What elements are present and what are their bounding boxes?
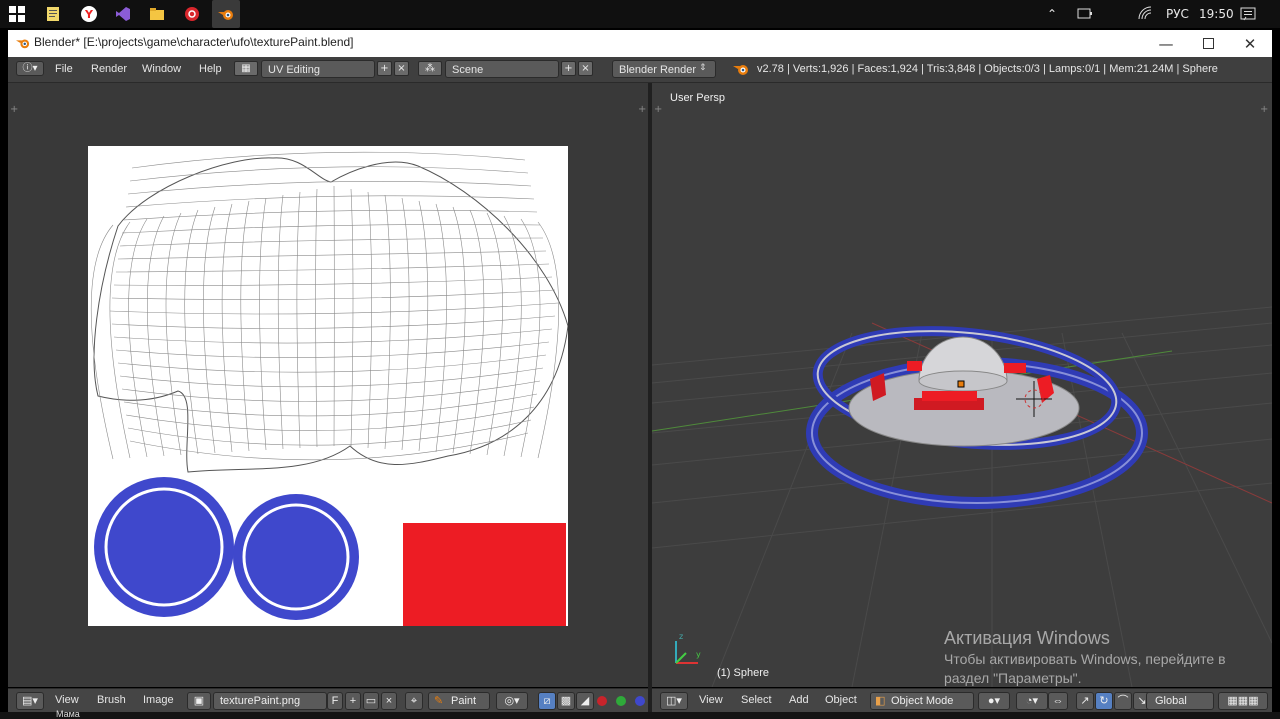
texture-canvas[interactable]: [88, 146, 568, 626]
brush-mode-icon: ✎: [434, 694, 444, 707]
app-red-icon[interactable]: [182, 4, 202, 24]
view3d-menu-add[interactable]: Add: [789, 694, 809, 706]
viewport-footer: ◫▾ View Select Add Object Object Mode ◧ …: [652, 688, 1272, 713]
3d-viewport[interactable]: User Persp + + z y (1) Sphere Активация …: [652, 83, 1272, 687]
pivot-point-icon[interactable]: ◔▾: [1016, 692, 1048, 710]
object-label: (1) Sphere: [717, 667, 769, 679]
wifi-icon[interactable]: [1138, 0, 1154, 28]
menu-render[interactable]: Render: [91, 63, 127, 75]
render-engine-arrows-icon: ⇕: [699, 63, 707, 73]
yandex-browser-icon[interactable]: Y: [79, 4, 99, 24]
area-corner-plus-icon[interactable]: +: [10, 105, 20, 115]
blender-logo-icon: [16, 39, 30, 49]
visual-studio-icon[interactable]: [113, 4, 133, 24]
battery-icon[interactable]: [1076, 0, 1094, 28]
minimize-button[interactable]: —: [1144, 30, 1188, 57]
viewport-scene: z y: [652, 306, 1272, 687]
interaction-mode-select[interactable]: Object Mode: [870, 692, 974, 710]
menu-window[interactable]: Window: [142, 63, 181, 75]
stroke-icon[interactable]: ◢: [576, 692, 594, 710]
uv-select-mode-icon[interactable]: ⧄: [538, 692, 556, 710]
green-channel-icon[interactable]: [616, 696, 626, 706]
blender-taskbar-icon[interactable]: [212, 0, 240, 28]
transform-orientation-select[interactable]: Global: [1146, 692, 1214, 710]
close-button[interactable]: ✕: [1228, 30, 1272, 57]
info-header: ⓘ▾ File Render Window Help ▦ UV Editing …: [8, 57, 1272, 83]
notification-icon[interactable]: [1240, 0, 1256, 28]
unlink-image-button[interactable]: ×: [381, 692, 397, 710]
area-corner-plus-icon[interactable]: +: [638, 105, 648, 115]
scene-statistics: v2.78 | Verts:1,926 | Faces:1,924 | Tris…: [757, 63, 1218, 75]
svg-text:y: y: [696, 650, 701, 659]
screen-layout-icon[interactable]: ▦: [234, 61, 258, 76]
viewport-shading-icon[interactable]: ●▾: [978, 692, 1010, 710]
transform-manipulator-icon[interactable]: ⇔: [1048, 692, 1068, 710]
clock[interactable]: 19:50: [1199, 0, 1234, 28]
view3d-menu-view[interactable]: View: [699, 694, 723, 706]
translate-icon[interactable]: ↗: [1076, 692, 1094, 710]
scene-field[interactable]: Scene: [445, 60, 559, 78]
svg-text:z: z: [679, 632, 683, 641]
add-scene-button[interactable]: +: [561, 61, 576, 76]
view3d-menu-select[interactable]: Select: [741, 694, 772, 706]
remove-screen-button[interactable]: ×: [394, 61, 409, 76]
image-name-field[interactable]: texturePaint.png: [213, 692, 327, 710]
activation-line1: Чтобы активировать Windows, перейдите в: [944, 651, 1226, 667]
red-channel-icon[interactable]: [597, 696, 607, 706]
layers-grid-icon[interactable]: ▦▦▦: [1218, 692, 1268, 710]
maximize-button[interactable]: [1186, 30, 1230, 57]
window-title: Blender* [E:\projects\game\character\ufo…: [34, 35, 354, 49]
notepad-icon[interactable]: [43, 4, 63, 24]
remove-scene-button[interactable]: ×: [578, 61, 593, 76]
screen-layout-field[interactable]: UV Editing: [261, 60, 375, 78]
fake-user-button[interactable]: F: [327, 692, 343, 710]
maximize-icon: [1202, 38, 1214, 49]
pin-icon[interactable]: ⌖: [405, 692, 423, 710]
scale-icon[interactable]: ⌒: [1114, 692, 1132, 710]
object-mode-icon: ◧: [875, 694, 886, 707]
windows-taskbar: Y ⌃ РУС 19:50: [0, 0, 1280, 28]
editor-type-image-icon[interactable]: ▤▾: [16, 692, 44, 710]
uv-editor-footer: ▤▾ View Brush Image ▣ texturePaint.png F…: [8, 688, 648, 713]
uv-image-editor[interactable]: + +: [8, 83, 648, 687]
axis-gizmo: z y: [675, 632, 701, 664]
image-browse-icon[interactable]: ▣: [187, 692, 211, 710]
chevron-up-icon[interactable]: ⌃: [1047, 0, 1057, 28]
checker-icon[interactable]: ▩: [557, 692, 575, 710]
pivot-icon[interactable]: ◎▾: [496, 692, 528, 710]
view3d-menu-object[interactable]: Object: [825, 694, 857, 706]
uv-menu-view[interactable]: View: [55, 694, 79, 706]
rotate-icon[interactable]: ↻: [1095, 692, 1113, 710]
editor-type-3d-icon[interactable]: ◫▾: [660, 692, 688, 710]
scene-icon[interactable]: ⁂: [418, 61, 442, 76]
file-explorer-icon[interactable]: [147, 4, 167, 24]
add-screen-button[interactable]: +: [377, 61, 392, 76]
menu-file[interactable]: File: [55, 63, 73, 75]
open-image-icon[interactable]: ▭: [363, 692, 379, 710]
uv-red-patch: [403, 523, 566, 626]
editor-type-info-icon[interactable]: ⓘ▾: [16, 61, 44, 76]
activation-title: Активация Windows: [944, 628, 1110, 648]
activation-line2: раздел "Параметры".: [944, 670, 1082, 686]
uv-ring-small: [233, 494, 359, 620]
blender-logo-icon: [733, 65, 748, 75]
svg-text:Y: Y: [84, 8, 94, 21]
uv-menu-brush[interactable]: Brush: [97, 694, 126, 706]
window-titlebar: Blender* [E:\projects\game\character\ufo…: [8, 30, 1272, 57]
uv-menu-image[interactable]: Image: [143, 694, 174, 706]
new-image-button[interactable]: +: [345, 692, 361, 710]
uv-ring-large: [94, 477, 234, 617]
language-indicator[interactable]: РУС: [1166, 0, 1189, 28]
menu-help[interactable]: Help: [199, 63, 222, 75]
blue-channel-icon[interactable]: [635, 696, 645, 706]
windows-start-icon[interactable]: [7, 4, 27, 24]
bottom-strip: Мама: [0, 709, 1280, 719]
bottom-user-label: Мама: [56, 709, 80, 719]
